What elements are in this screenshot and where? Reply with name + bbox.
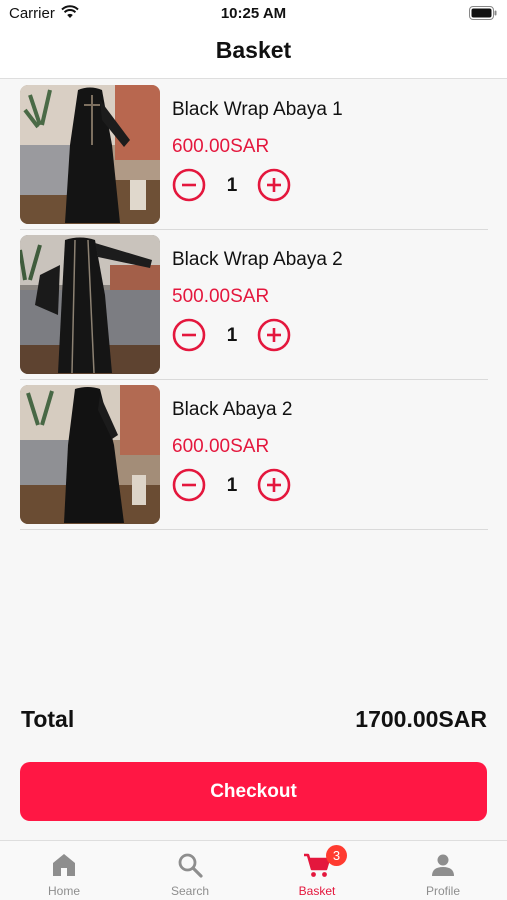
basket-item[interactable]: Black Wrap Abaya 1 600.00SAR 1: [20, 80, 488, 230]
product-price: 500.00SAR: [172, 286, 270, 307]
home-icon: [53, 854, 75, 876]
product-image[interactable]: [20, 385, 160, 524]
plus-circle-icon: [257, 468, 291, 502]
product-image[interactable]: [20, 235, 160, 374]
minus-circle-icon: [172, 318, 206, 352]
plus-circle-icon: [257, 168, 291, 202]
tab-label: Profile: [425, 884, 460, 898]
total-label: Total: [21, 706, 75, 732]
minus-circle-icon: [172, 168, 206, 202]
tab-bar: Home Search 3 Basket Profile: [0, 840, 507, 900]
increase-quantity-button[interactable]: [257, 318, 291, 352]
product-price: 600.00SAR: [172, 136, 270, 157]
search-icon: [178, 853, 203, 878]
basket-item[interactable]: Black Abaya 2 600.00SAR 1: [20, 380, 488, 530]
quantity-value: 1: [226, 175, 238, 196]
minus-circle-icon: [172, 468, 206, 502]
product-name: Black Abaya 2: [172, 399, 293, 420]
battery-icon: [469, 6, 497, 25]
increase-quantity-button[interactable]: [257, 168, 291, 202]
quantity-value: 1: [226, 475, 238, 496]
checkout-button[interactable]: Checkout: [20, 762, 487, 821]
basket-item[interactable]: Black Wrap Abaya 2 500.00SAR 1: [20, 230, 488, 380]
total-value: 1700.00SAR: [355, 706, 487, 732]
status-bar: Carrier 10:25 AM: [0, 0, 507, 28]
tab-label: Home: [47, 884, 80, 898]
decrease-quantity-button[interactable]: [172, 318, 206, 352]
decrease-quantity-button[interactable]: [172, 168, 206, 202]
product-image[interactable]: [20, 85, 160, 224]
quantity-value: 1: [226, 325, 238, 346]
clock: 10:25 AM: [220, 5, 287, 22]
tab-basket[interactable]: 3 Basket: [254, 841, 380, 900]
product-name: Black Wrap Abaya 1: [172, 99, 343, 120]
tab-home[interactable]: Home: [1, 841, 127, 900]
person-icon: [432, 854, 454, 876]
product-name: Black Wrap Abaya 2: [172, 249, 343, 270]
product-price: 600.00SAR: [172, 436, 270, 457]
increase-quantity-button[interactable]: [257, 468, 291, 502]
nav-header: Basket: [0, 28, 507, 79]
tab-label: Basket: [298, 884, 336, 898]
plus-circle-icon: [257, 318, 291, 352]
tab-profile[interactable]: Profile: [380, 841, 506, 900]
cart-count-badge: 3: [326, 845, 347, 866]
tab-search[interactable]: Search: [127, 841, 253, 900]
tab-label: Search: [170, 884, 210, 898]
page-title: Basket: [215, 37, 292, 63]
decrease-quantity-button[interactable]: [172, 468, 206, 502]
